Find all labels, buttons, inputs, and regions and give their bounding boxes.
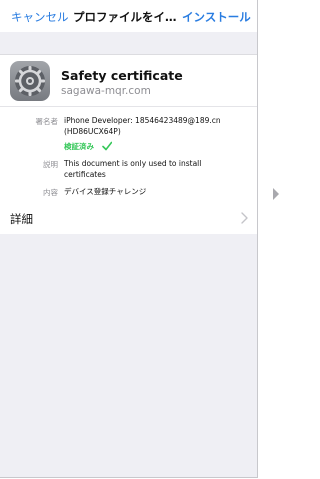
contents-label: 内容 (43, 188, 58, 197)
cancel-button[interactable]: キャンセル (11, 9, 69, 25)
phone-screen: キャンセル プロファイルをイ… インストール Safety certificat… (0, 0, 258, 478)
description-value-line2: certificates (64, 170, 106, 179)
settings-gear-icon (10, 61, 50, 101)
description-label: 説明 (43, 160, 58, 169)
verified-status: 検証済み (64, 142, 94, 151)
signer-value-line2: (HD86UCX64P) (64, 127, 121, 136)
signer-value-line1: iPhone Developer: 18546423489@189.cn (64, 116, 221, 125)
details-label: 詳細 (10, 212, 33, 226)
page-title: プロファイルをイ… (73, 10, 177, 24)
divider (0, 106, 257, 107)
description-value-line1: This document is only used to install (64, 159, 202, 168)
details-row[interactable]: 詳細 (0, 202, 257, 234)
navigation-bar: キャンセル プロファイルをイ… インストール (0, 0, 257, 32)
signer-label: 署名者 (35, 117, 59, 126)
profile-card: Safety certificate sagawa-mqr.com 署名者 iP… (0, 54, 257, 204)
install-button[interactable]: インストール (182, 9, 251, 25)
checkmark-icon (102, 141, 112, 151)
next-arrow-icon (273, 188, 279, 200)
profile-domain: sagawa-mqr.com (61, 85, 151, 97)
chevron-right-icon (241, 212, 248, 224)
contents-value: デバイス登録チャレンジ (64, 187, 147, 196)
description-value: This document is only used to install ce… (64, 158, 256, 180)
profile-name: Safety certificate (61, 68, 183, 83)
signer-value: iPhone Developer: 18546423489@189.cn (HD… (64, 115, 256, 137)
